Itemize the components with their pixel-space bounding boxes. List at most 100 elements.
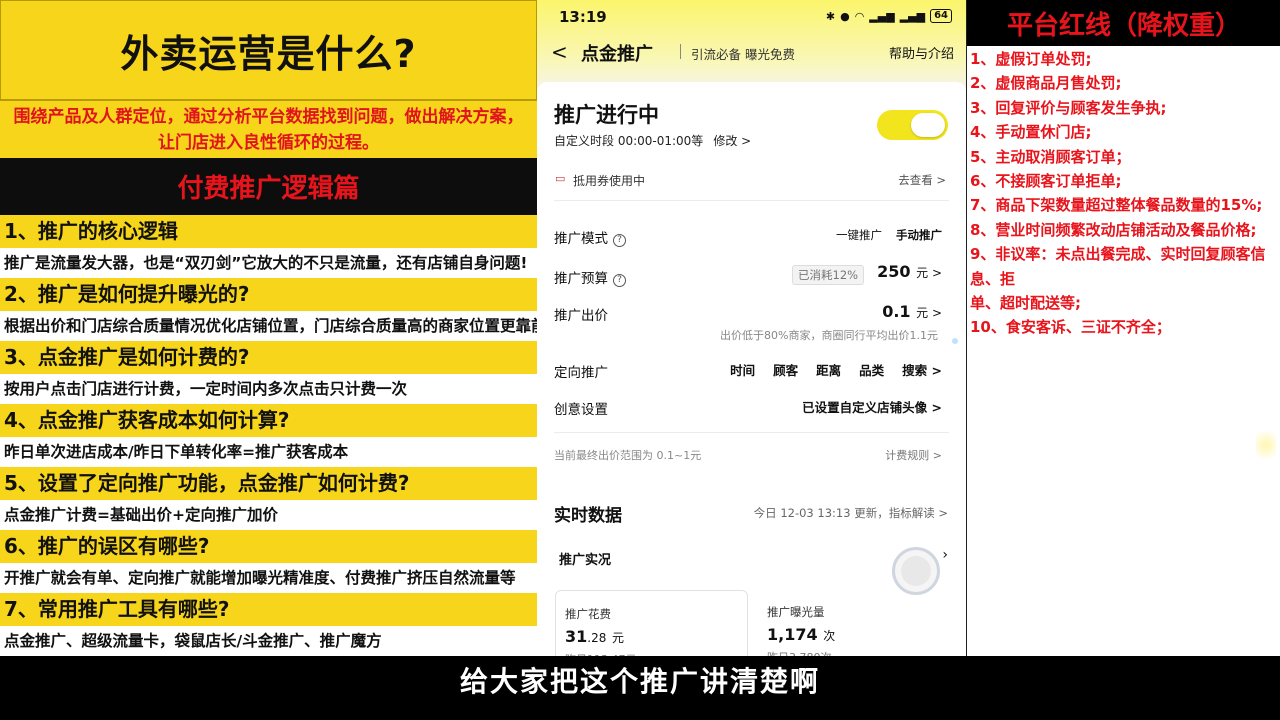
spend-value: 31.28 元 (565, 627, 624, 646)
mode-label: 推广模式 (554, 231, 608, 247)
help-link[interactable]: 帮助与介绍 (889, 43, 954, 62)
toggle-knob (911, 113, 945, 137)
qa-question: 1、推广的核心逻辑 (0, 215, 537, 248)
wifi-icon: ◠ (854, 9, 865, 23)
qa-question: 4、点金推广获客成本如何计算? (0, 404, 537, 437)
page-title: 点金推广 (581, 44, 653, 65)
schedule: 自定义时段 00:00-01:00等 修改 > (554, 132, 751, 149)
signal-icon-2: ▂▄▆ (899, 9, 926, 23)
qa-item: 4、点金推广获客成本如何计算? 昨日单次进店成本/昨日下单转化率=推广获客成本 (0, 404, 537, 467)
video-subtitle: 给大家把这个推广讲清楚啊 (459, 665, 820, 698)
loading-spinner-icon (892, 547, 940, 595)
qa-item: 3、点金推广是如何计费的? 按用户点击门店进行计费，一定时间内多次点击只计费一次 (0, 341, 537, 404)
list-item: 9、非议率：未点出餐完成、实时回复顾客信息、拒 (970, 245, 1266, 288)
title-box: 外卖运营是什么? (0, 0, 537, 100)
qa-answer: 昨日单次进店成本/昨日下单转化率=推广获客成本 (0, 437, 537, 467)
qa-question: 6、推广的误区有哪些? (0, 530, 537, 563)
qa-answer: 按用户点击门店进行计费，一定时间内多次点击只计费一次 (0, 374, 537, 404)
qa-question: 3、点金推广是如何计费的? (0, 341, 537, 374)
phone-screen: 13:19 ✱ ● ◠ ▂▄▆ ▂▄▆ 64 < 点金推广 引流必备 曝光免费 … (537, 0, 966, 700)
creative-label: 创意设置 (554, 402, 608, 418)
help-circle-icon[interactable]: ? (613, 274, 626, 287)
target-search[interactable]: 搜索 > (902, 360, 942, 379)
right-title: 平台红线（降权重） (1006, 10, 1241, 41)
battery-icon: 64 (930, 9, 952, 23)
target-options: 时间 顾客 距离 品类 搜索 > (730, 360, 942, 379)
mode-row: 推广模式? (554, 227, 626, 247)
exposure-label: 推广曝光量 (767, 605, 825, 619)
budget-used-badge: 已消耗12% (792, 265, 865, 285)
modify-link[interactable]: 修改 > (713, 134, 751, 148)
right-panel: 平台红线（降权重） 1、虚假订单处罚; 2、虚假商品月售处罚; 3、回复评价与顾… (966, 0, 1280, 720)
promo-status: 推广进行中 (554, 103, 659, 127)
status-bar: 13:19 ✱ ● ◠ ▂▄▆ ▂▄▆ 64 (537, 0, 966, 32)
help-circle-icon[interactable]: ? (613, 234, 626, 247)
list-item: 2、虚假商品月售处罚; (970, 74, 1122, 93)
mode-one-click[interactable]: 一键推广 (836, 227, 882, 243)
list-item: 1、虚假订单处罚; (970, 50, 1092, 68)
exposure-value: 1,174 次 (767, 625, 836, 644)
qa-item: 2、推广是如何提升曝光的? 根据出价和门店综合质量情况优化店铺位置，门店综合质量… (0, 278, 537, 341)
realtime-title: 实时数据 (554, 506, 622, 526)
list-item: 3、回复评价与顾客发生争执; (970, 98, 1167, 117)
list-item: 8、营业时间频繁改动店铺活动及餐品价格; (970, 220, 1257, 239)
qa-question: 7、常用推广工具有哪些? (0, 593, 537, 626)
location-icon: ● (840, 9, 850, 23)
left-panel: 外卖运营是什么? 围绕产品及人群定位，通过分析平台数据找到问题，做出解决方案，让… (0, 0, 537, 660)
list-item: 单、超时配送等; (970, 294, 1081, 313)
target-distance[interactable]: 距离 (816, 360, 841, 379)
status-icons: ✱ ● ◠ ▂▄▆ ▂▄▆ 64 (826, 9, 952, 23)
coupon-status: 抵用券使用中 (573, 174, 646, 188)
qa-answer: 推广是流量发大器，也是“双刃剑”它放大的不只是流量，还有店铺自身问题! (0, 248, 537, 278)
list-item: 6、不接顾客订单拒单; (970, 172, 1122, 191)
list-item: 10、食安客诉、三证不齐全； (970, 318, 1171, 337)
qa-answer: 根据出价和门店综合质量情况优化店铺位置，门店综合质量高的商家位置更靠前 (0, 311, 537, 341)
qa-question: 2、推广是如何提升曝光的? (0, 278, 537, 311)
mode-options: 一键推广 手动推广 (836, 227, 942, 243)
budget-row: 推广预算? (554, 267, 626, 287)
qa-answer: 点金推广、超级流量卡，袋鼠店长/斗金推广、推广魔方 (0, 626, 537, 656)
bid-hint: 出价低于80%商家，商圈同行平均出价1.1元 (720, 329, 938, 342)
description: 围绕产品及人群定位，通过分析平台数据找到问题，做出解决方案，让门店进入良性循环的… (0, 100, 537, 158)
bid-label: 推广出价 (554, 308, 608, 324)
creative-value[interactable]: 已设置自定义店铺头像 > (802, 397, 942, 416)
spend-label: 推广花费 (565, 607, 611, 621)
mode-manual[interactable]: 手动推广 (896, 227, 942, 243)
list-item: 5、主动取消顾客订单； (970, 147, 1131, 166)
chevron-right-icon[interactable]: › (942, 547, 948, 563)
coupon-icon: ▭ (555, 172, 566, 185)
qa-answer: 开推广就会有单、定向推广就能增加曝光精准度、付费推广挤压自然流量等 (0, 563, 537, 593)
budget-value[interactable]: 250 元 > (877, 262, 942, 281)
settings-card: 推广进行中 自定义时段 00:00-01:00等 修改 > ▭ 抵用券使用中 去查… (537, 82, 966, 487)
target-category[interactable]: 品类 (859, 360, 884, 379)
nav-bar: < 点金推广 引流必备 曝光免费 帮助与介绍 (537, 36, 966, 68)
status-time: 13:19 (559, 8, 607, 26)
section-header: 付费推广逻辑篇 (0, 158, 537, 215)
target-label: 定向推广 (554, 365, 608, 381)
schedule-text: 自定义时段 00:00-01:00等 (554, 134, 704, 148)
bid-value[interactable]: 0.1 元 > (882, 302, 942, 321)
page-subtitle: 引流必备 曝光免费 (691, 47, 795, 62)
target-time[interactable]: 时间 (730, 360, 755, 379)
right-header: 平台红线（降权重） (967, 0, 1280, 46)
qa-item: 6、推广的误区有哪些? 开推广就会有单、定向推广就能增加曝光精准度、付费推广挤压… (0, 530, 537, 593)
signal-icon: ▂▄▆ (869, 9, 895, 23)
list-item: 7、商品下架数量超过整体餐品数量的15%; (970, 196, 1263, 215)
bluetooth-icon: ✱ (825, 9, 836, 23)
budget-label: 推广预算 (554, 271, 608, 287)
qa-item: 5、设置了定向推广功能，点金推广如何计费? 点金推广计费=基础出价+定向推广加价 (0, 467, 537, 530)
promo-toggle[interactable] (877, 110, 948, 140)
target-customer[interactable]: 顾客 (773, 360, 798, 379)
qa-item: 1、推广的核心逻辑 推广是流量发大器，也是“双刃剑”它放大的不只是流量，还有店铺… (0, 215, 537, 278)
range-text: 当前最终出价范围为 0.1~1元 (554, 449, 702, 462)
qa-answer: 点金推广计费=基础出价+定向推广加价 (0, 500, 537, 530)
coupon-view-link[interactable]: 去查看 > (898, 172, 946, 188)
list-item: 4、手动置休门店; (970, 123, 1092, 142)
billing-rules-link[interactable]: 计费规则 > (885, 447, 942, 463)
realtime-update[interactable]: 今日 12-03 13:13 更新，指标解读 > (754, 505, 948, 521)
back-icon[interactable]: < (551, 40, 568, 64)
qa-item: 7、常用推广工具有哪些? 点金推广、超级流量卡，袋鼠店长/斗金推广、推广魔方 (0, 593, 537, 656)
qa-question: 5、设置了定向推广功能，点金推广如何计费? (0, 467, 537, 500)
main-title: 外卖运营是什么? (120, 31, 417, 76)
realtime-sub: 推广实况 (559, 553, 612, 568)
